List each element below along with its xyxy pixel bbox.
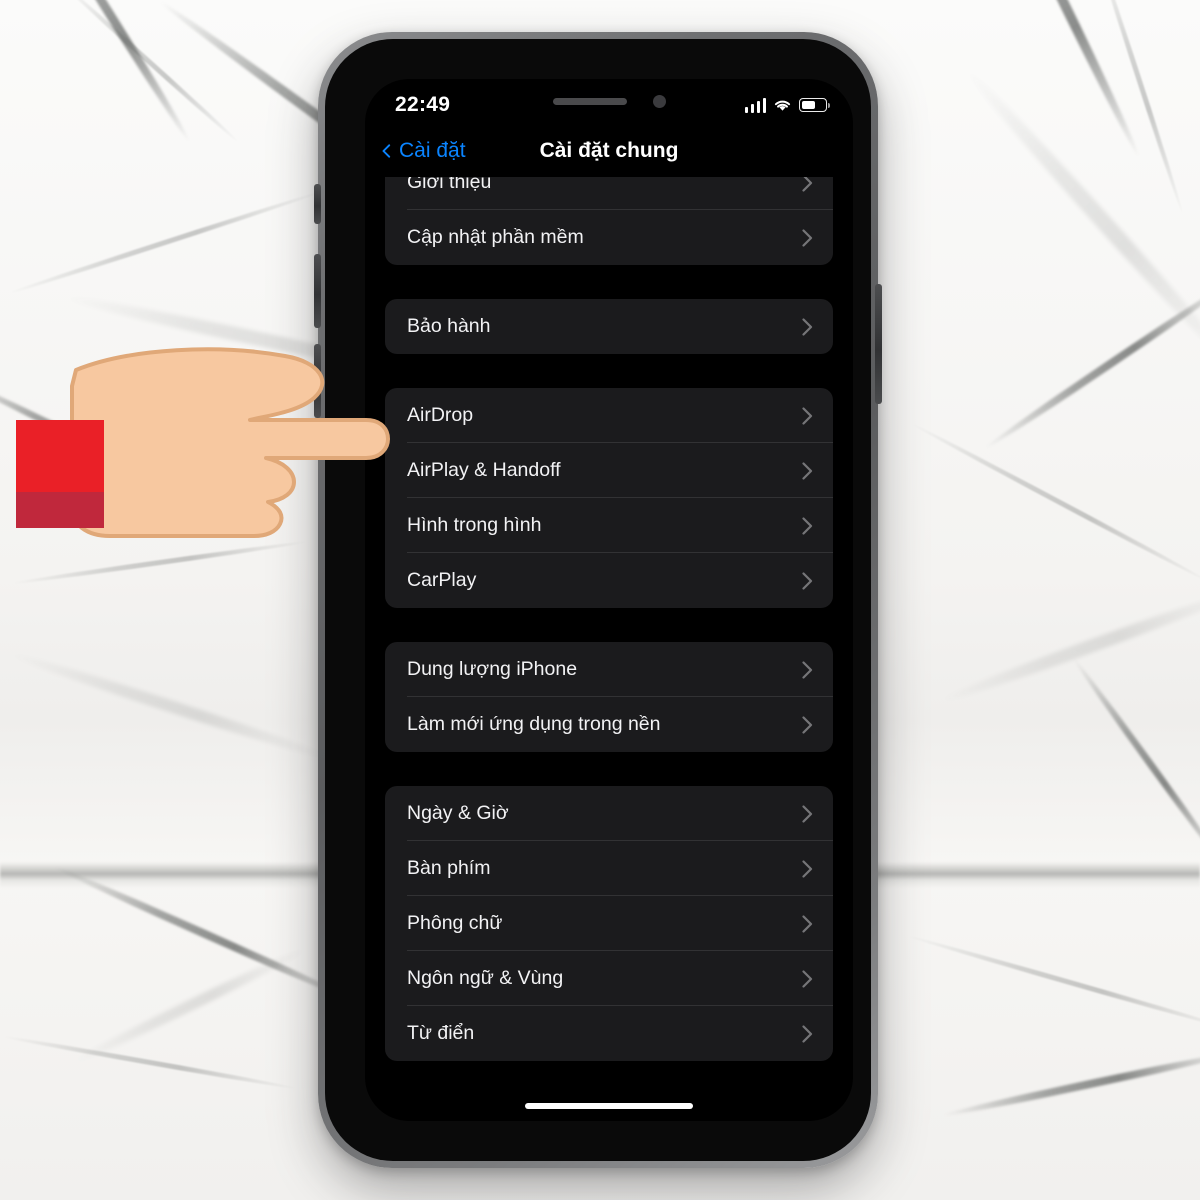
settings-row-label: Cập nhật phần mềm <box>407 226 584 248</box>
battery-fill <box>801 100 815 110</box>
settings-row[interactable]: Phông chữ <box>385 896 833 951</box>
warranty-group: Bảo hành <box>385 299 833 354</box>
iphone-device: 22:49 Cài đặt Cài đặt chung Giới thiệu C… <box>314 32 882 1168</box>
chevron-right-icon <box>802 804 813 823</box>
front-camera-icon <box>652 94 666 108</box>
chevron-right-icon <box>802 1024 813 1043</box>
settings-row-label: Phông chữ <box>407 912 503 934</box>
pointing-hand-icon <box>70 347 390 538</box>
settings-row[interactable]: Dung lượng iPhone <box>385 642 833 697</box>
notch <box>491 79 727 123</box>
phone-bezel: 22:49 Cài đặt Cài đặt chung Giới thiệu C… <box>325 39 871 1161</box>
home-indicator[interactable] <box>525 1103 693 1109</box>
sleeve-cuff-block <box>16 492 104 528</box>
scene: 22:49 Cài đặt Cài đặt chung Giới thiệu C… <box>0 0 1200 1200</box>
localization-group: Ngày & Giờ Bàn phím Phông chữ Ngôn ngữ & Vù… <box>385 786 833 1061</box>
settings-row[interactable]: Làm mới ứng dụng trong nền <box>385 697 833 752</box>
settings-row[interactable]: Hình trong hình <box>385 498 833 553</box>
volume-up-button[interactable] <box>314 254 321 328</box>
wifi-icon <box>774 100 791 111</box>
chevron-right-icon <box>802 715 813 734</box>
power-button[interactable] <box>875 284 882 404</box>
chevron-right-icon <box>802 406 813 425</box>
chevron-right-icon <box>802 461 813 480</box>
chevron-right-icon <box>802 571 813 590</box>
chevron-right-icon <box>802 914 813 933</box>
settings-row[interactable]: Ngày & Giờ <box>385 786 833 841</box>
settings-row[interactable]: Bàn phím <box>385 841 833 896</box>
chevron-right-icon <box>802 660 813 679</box>
settings-row[interactable]: CarPlay <box>385 553 833 608</box>
connectivity-group: AirDrop AirPlay & Handoff Hình trong hình C… <box>385 388 833 608</box>
settings-row-label: AirDrop <box>407 404 474 426</box>
speaker-grille-icon <box>552 97 627 105</box>
settings-row-label: Bảo hành <box>407 315 491 337</box>
phone-screen: 22:49 Cài đặt Cài đặt chung Giới thiệu C… <box>365 79 853 1121</box>
battery-icon <box>799 98 830 112</box>
chevron-right-icon <box>802 228 813 247</box>
cellular-signal-icon <box>744 97 766 113</box>
status-bar-time: 22:49 <box>395 93 451 116</box>
settings-row-label: Ngôn ngữ & Vùng <box>407 967 564 989</box>
settings-row-label: Hình trong hình <box>407 514 542 536</box>
settings-row-label: Bàn phím <box>407 857 491 879</box>
settings-row[interactable]: Ngôn ngữ & Vùng <box>385 951 833 1006</box>
settings-row-label: CarPlay <box>407 569 477 591</box>
storage-group: Dung lượng iPhone Làm mới ứng dụng trong … <box>385 642 833 752</box>
settings-row-label: Ngày & Giờ <box>407 802 509 824</box>
settings-row[interactable]: AirPlay & Handoff <box>385 443 833 498</box>
chevron-right-icon <box>802 859 813 878</box>
settings-row[interactable]: Cập nhật phần mềm <box>385 210 833 265</box>
settings-row[interactable]: Bảo hành <box>385 299 833 354</box>
settings-list[interactable]: Giới thiệu Cập nhật phần mềm Bảo hành AirDr… <box>365 79 853 1121</box>
settings-row-label: Dung lượng iPhone <box>407 658 578 680</box>
chevron-right-icon <box>802 969 813 988</box>
page-title: Cài đặt chung <box>539 139 679 162</box>
mute-switch[interactable] <box>314 184 321 224</box>
settings-row[interactable]: AirDrop <box>385 388 833 443</box>
chevron-right-icon <box>802 516 813 535</box>
settings-row[interactable]: Từ điển <box>385 1006 833 1061</box>
status-bar-indicators <box>744 97 830 113</box>
navigation-bar: Cài đặt Cài đặt chung <box>365 125 853 177</box>
chevron-right-icon <box>802 317 813 336</box>
settings-row-label: Từ điển <box>407 1022 475 1044</box>
settings-row-label: Làm mới ứng dụng trong nền <box>407 713 661 735</box>
settings-row-label: AirPlay & Handoff <box>407 459 561 481</box>
